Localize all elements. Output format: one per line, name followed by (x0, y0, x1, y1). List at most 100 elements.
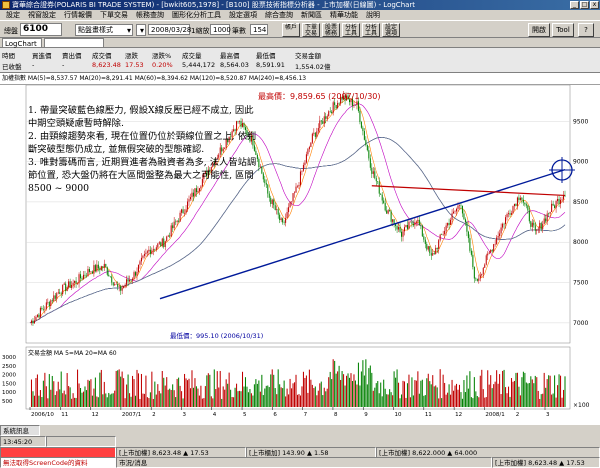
minimize-button[interactable]: _ (570, 1, 579, 9)
volume-bar (292, 383, 294, 407)
volume-bar (118, 369, 120, 407)
volume-bar (115, 370, 117, 407)
order-button[interactable]: 下單交易 (302, 23, 320, 37)
mode-select[interactable]: 點盤畫樣式 (75, 24, 133, 36)
menu-item-9[interactable]: 精華功能 (326, 10, 362, 20)
candle-body (313, 132, 315, 134)
volume-bar (466, 375, 468, 407)
candle-body (488, 252, 490, 254)
candle-body (482, 267, 484, 274)
volume-bar (527, 383, 529, 407)
candle-body (181, 209, 183, 213)
candle-body (158, 242, 160, 244)
volume-bar (301, 386, 303, 407)
zoom-input[interactable]: 1000 (210, 24, 231, 35)
volume-bar (188, 378, 190, 407)
volume-bar (453, 390, 455, 407)
volume-bar (536, 377, 538, 407)
volume-bar (137, 373, 140, 407)
volume-bar (48, 374, 50, 407)
menu-item-7[interactable]: 綜合查詢 (261, 10, 297, 20)
quote-value-4: 17.53 (125, 61, 144, 69)
candle-body (533, 222, 535, 226)
volume-bar (54, 394, 56, 407)
menu-item-10[interactable]: 說明 (362, 10, 384, 20)
candle-body (505, 217, 507, 225)
analysis-tool-button[interactable]: 分析工具 (342, 23, 360, 37)
volume-bar (426, 378, 428, 407)
volume-bar (531, 379, 533, 407)
x-tick-label: 8 (334, 412, 338, 418)
candle-body (396, 225, 398, 230)
volume-bar (326, 388, 328, 407)
menu-item-1[interactable]: 視窗設定 (24, 10, 60, 20)
help-button[interactable]: ? (578, 23, 594, 37)
window-title: 寶華綜合證券(POLARIS BI TRADE SYSTEM) - [bwkit… (12, 1, 416, 9)
menu-item-2[interactable]: 行情報價 (60, 10, 96, 20)
candle-body (102, 266, 104, 268)
menu-item-4[interactable]: 帳務查詢 (132, 10, 168, 20)
stock-code-input[interactable]: 6100 (20, 23, 62, 36)
open-button[interactable]: 開啟 (528, 23, 550, 37)
tool-button[interactable]: Tool (552, 23, 574, 37)
candle-body (82, 274, 85, 280)
volume-bar (236, 383, 238, 407)
period-button[interactable] (136, 24, 146, 36)
candle-body (490, 249, 492, 253)
candle-body (472, 254, 474, 267)
chart-name-field[interactable]: LogChart (2, 38, 42, 48)
volume-bar (552, 393, 554, 407)
menu-item-8[interactable]: 新聞區 (297, 10, 326, 20)
candle-body (524, 202, 526, 205)
volume-bar (478, 397, 480, 407)
candle-body (362, 127, 364, 132)
candle-body (56, 293, 58, 299)
candle-body (522, 199, 524, 203)
volume-bar (525, 382, 527, 407)
volume-bar (108, 392, 110, 407)
status-tab[interactable]: 系統訊息 (0, 425, 40, 436)
settings-button[interactable]: 設定選項 (382, 23, 400, 37)
volume-bar (111, 393, 113, 407)
date-input[interactable]: 2008/03/28 (148, 24, 191, 35)
volume-bar (371, 372, 373, 407)
volume-bar (252, 395, 254, 407)
volume-bar (170, 389, 172, 407)
candle-body (157, 243, 159, 248)
volume-bar (195, 386, 197, 407)
chart-option-select[interactable] (44, 38, 104, 48)
menu-item-3[interactable]: 下單交易 (96, 10, 132, 20)
volume-bar (393, 371, 395, 407)
candle-body (354, 105, 356, 106)
maximize-button[interactable]: □ (580, 1, 589, 9)
candle-body (261, 166, 263, 174)
candle-body (69, 281, 71, 288)
y-tick-label: 8500 (573, 199, 588, 206)
close-button[interactable]: x (590, 1, 599, 9)
volume-bar (234, 387, 236, 407)
menu-item-5[interactable]: 圖形化分析工具 (168, 10, 225, 20)
volume-bar (240, 391, 242, 407)
analysis-tool-button-2[interactable]: 分析工具 (362, 23, 380, 37)
volume-bar (519, 395, 521, 407)
menu-item-6[interactable]: 設定選項 (225, 10, 261, 20)
stock-account-button[interactable]: 股票帳務 (322, 23, 340, 37)
volume-bar (262, 395, 264, 407)
volume-bar (392, 395, 394, 407)
candle-body (59, 292, 61, 294)
volume-bar (246, 386, 248, 407)
candle-body (371, 167, 373, 174)
candle-body (32, 320, 34, 324)
volume-bar (62, 393, 64, 407)
volume-bar (71, 398, 73, 407)
candle-body (99, 268, 101, 271)
candle-body (549, 211, 551, 214)
menu-item-0[interactable]: 設定 (2, 10, 24, 20)
candle-body (279, 214, 281, 221)
bars-input[interactable]: 154 (250, 24, 268, 35)
candle-body (296, 186, 299, 187)
volume-bar (368, 368, 370, 407)
account-button[interactable]: 帳戶 (282, 23, 300, 37)
candle-body (429, 246, 431, 254)
candle-body (288, 207, 290, 213)
